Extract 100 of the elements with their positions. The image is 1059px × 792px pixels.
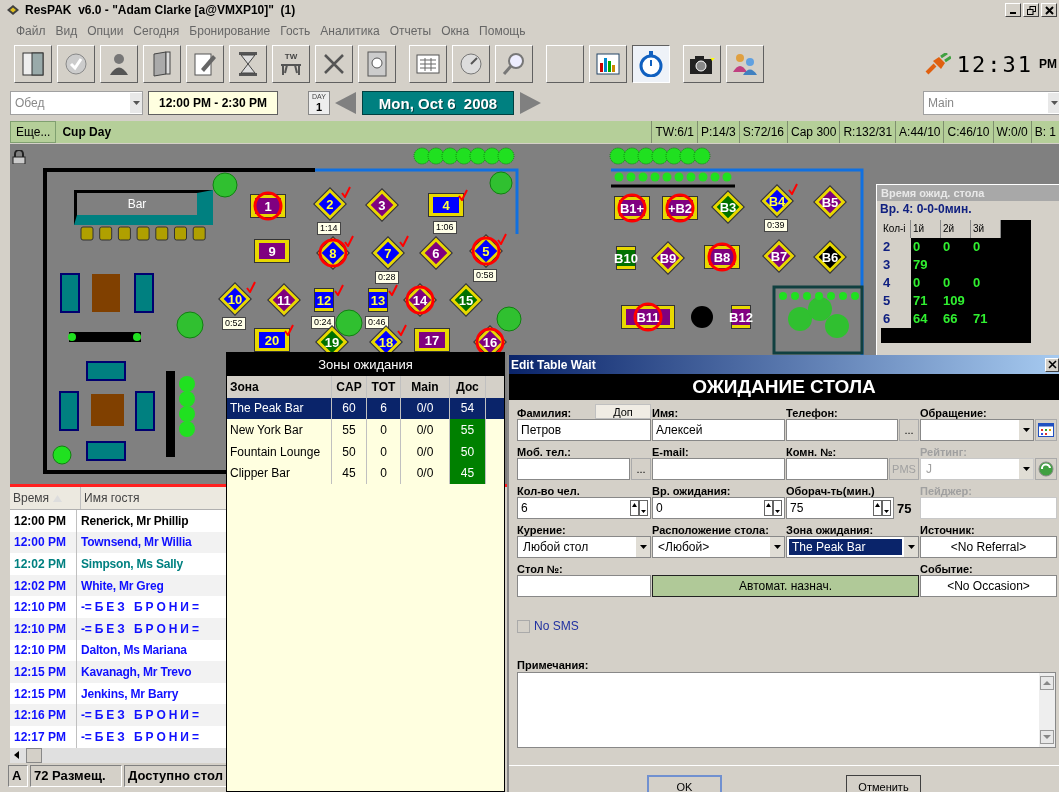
person-icon xyxy=(108,52,130,76)
scroll-thumb[interactable] xyxy=(26,747,42,763)
column-header[interactable]: Имя гостя xyxy=(81,487,226,509)
menu-item[interactable]: Гость xyxy=(275,23,316,38)
stat-cell: A:44/10 xyxy=(895,121,944,143)
zone-row[interactable]: The Peak Bar 60 6 0/0 54 xyxy=(227,397,504,420)
column-header: Дос xyxy=(450,376,486,398)
lock-icon xyxy=(12,150,26,164)
calendar-icon xyxy=(1038,423,1054,437)
checkbox-label[interactable]: No SMS xyxy=(534,619,579,633)
search-icon xyxy=(502,52,526,76)
close-button[interactable] xyxy=(1041,3,1057,17)
field-button[interactable]: ... xyxy=(631,458,651,480)
horizontal-scrollbar[interactable] xyxy=(10,747,226,763)
number-field[interactable]: 6 xyxy=(517,497,651,519)
caret-icon xyxy=(1022,467,1030,471)
checkmark-icon xyxy=(284,324,294,336)
text-field[interactable] xyxy=(517,458,630,480)
text-field[interactable] xyxy=(920,497,1057,519)
total-cell: 6 xyxy=(367,397,401,420)
restore-button[interactable] xyxy=(1023,3,1039,17)
wait-cell-text: 79 xyxy=(912,256,929,274)
next-day-button[interactable] xyxy=(519,92,541,114)
popup-title: Зоны ожидания xyxy=(227,353,504,376)
text-field[interactable] xyxy=(652,458,785,480)
menu-item[interactable]: Бронирование xyxy=(184,23,276,38)
table[interactable]: 13 xyxy=(358,284,398,316)
timer-label: 0:46 xyxy=(365,316,389,329)
menu-item[interactable]: Сегодня xyxy=(128,23,185,38)
event-name: Cup Day xyxy=(61,124,112,141)
guest-name-cell-text: Kavanagh, Mr Trevo xyxy=(80,663,193,681)
menu-item[interactable]: Вид xyxy=(50,23,83,38)
text-field[interactable]: Алексей xyxy=(652,419,785,441)
dialog-header: ОЖИДАНИЕ СТОЛА xyxy=(509,374,1059,400)
dropdown-field[interactable]: <Любой> xyxy=(652,536,785,558)
party-size-cell: 2 xyxy=(881,238,911,256)
wait-summary: Вр. 4: 0-0-0мин. xyxy=(879,201,973,218)
meal-dropdown[interactable]: Обед xyxy=(10,91,143,115)
guest-name-cell-text: -= Б Е З Б Р О Н И = xyxy=(80,728,200,746)
camera-icon xyxy=(689,53,715,75)
menu-item[interactable]: Опции xyxy=(82,23,129,38)
wait-cell-text: 0 xyxy=(942,238,952,256)
checkbox[interactable] xyxy=(517,619,530,633)
wait-cell-text: 71 xyxy=(972,310,989,328)
column-header: 2й xyxy=(941,220,971,238)
field-icon-button[interactable] xyxy=(1035,458,1057,480)
column-header[interactable]: Время xyxy=(10,487,81,509)
area-dropdown[interactable]: Main xyxy=(923,91,1059,115)
zone-row[interactable]: Fountain Lounge 50 0 0/0 50 xyxy=(227,440,504,463)
checkmark-icon xyxy=(787,183,798,196)
vertical-scrollbar[interactable] xyxy=(1039,673,1055,747)
number-field[interactable]: 0 xyxy=(652,497,785,519)
dropdown-field[interactable] xyxy=(920,419,1034,441)
menu-item[interactable]: Помощь xyxy=(474,23,531,38)
column-header: Зона xyxy=(227,376,332,398)
table[interactable]: B10 xyxy=(606,242,646,274)
text-field[interactable] xyxy=(786,419,898,441)
notes-field[interactable] xyxy=(517,672,1056,748)
guest-name-cell-text: Simpson, Ms Sally xyxy=(80,556,184,573)
timer-label: 0:24 xyxy=(311,316,335,329)
text-field[interactable]: Петров xyxy=(517,419,651,441)
right-arrow-icon xyxy=(519,92,541,114)
toolbar-button[interactable]: TW xyxy=(272,45,310,83)
time-range-field[interactable]: 12:00 PM - 2:30 PM xyxy=(148,91,278,115)
field-icon-button[interactable] xyxy=(1035,419,1057,441)
auto-assign-button[interactable]: Автомат. назнач. xyxy=(652,575,919,597)
more-button[interactable]: Еще... xyxy=(10,121,57,143)
dropdown-field[interactable]: The Peak Bar xyxy=(786,536,919,558)
checkmark-icon xyxy=(245,281,256,294)
picker-button[interactable]: <No Occasion> xyxy=(920,575,1057,597)
timer-label: 0:58 xyxy=(473,268,497,282)
menu-item[interactable]: Отчеты xyxy=(384,23,437,38)
table[interactable]: 12 xyxy=(304,284,344,316)
minimize-button[interactable] xyxy=(1005,3,1021,17)
text-field[interactable] xyxy=(517,575,651,597)
zone-row[interactable]: New York Bar 55 0 0/0 55 xyxy=(227,419,504,441)
status-cell: A xyxy=(8,764,28,787)
extra-button[interactable]: Доп xyxy=(595,404,651,419)
plant-icon xyxy=(212,172,238,198)
toolbar-button[interactable] xyxy=(632,45,670,83)
timer-label: 1:06 xyxy=(433,221,457,234)
stopwatch-icon xyxy=(639,51,663,77)
menu-item[interactable]: Аналитика xyxy=(315,23,385,38)
time-cell: 12:02 PM xyxy=(10,553,77,575)
picker-button[interactable]: <No Referral> xyxy=(920,536,1057,558)
menu-item[interactable]: Окна xyxy=(436,23,475,38)
previous-day-button[interactable] xyxy=(335,92,357,114)
window-title: ResPAK v6.0 - "Adam Clarke [a@VMXP10]" (1) xyxy=(25,3,296,17)
close-button[interactable] xyxy=(1045,357,1059,372)
field-label: Событие: xyxy=(920,563,973,575)
text-field[interactable] xyxy=(786,458,888,480)
cancel-button[interactable]: Отменить xyxy=(846,775,921,792)
document-icon xyxy=(366,51,388,77)
menu-item[interactable]: Файл xyxy=(11,23,51,38)
number-field[interactable]: 75 xyxy=(786,497,894,519)
field-button[interactable]: ... xyxy=(899,419,919,441)
dropdown-field[interactable]: Любой стол xyxy=(517,536,651,558)
table[interactable]: B12 xyxy=(721,301,761,333)
ok-button[interactable]: OK xyxy=(647,775,722,792)
zone-row[interactable]: Clipper Bar 45 0 0/0 45 xyxy=(227,462,504,484)
